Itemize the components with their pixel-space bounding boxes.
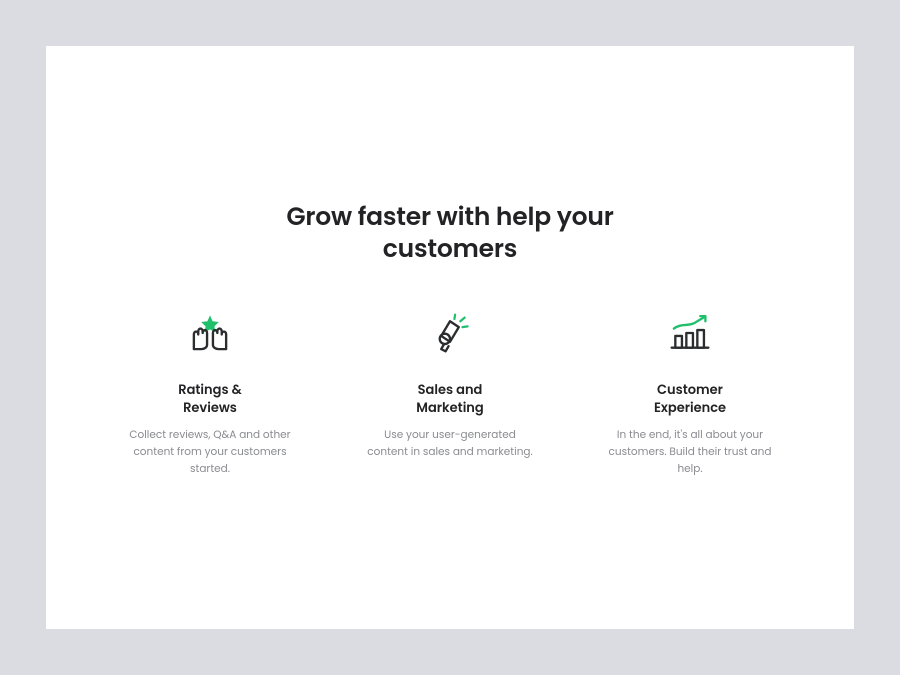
section-heading: Grow faster with help your customers [250, 201, 650, 265]
feature-desc: Use your user-generated content in sales… [365, 427, 535, 461]
feature-desc: In the end, it's all about your customer… [605, 427, 775, 477]
chart-growth-icon [668, 311, 712, 355]
features-row: Ratings & Reviews Collect reviews, Q&A a… [125, 311, 775, 478]
feature-customer: Customer Experience In the end, it's all… [605, 311, 775, 478]
feature-title: Ratings & Reviews [178, 381, 242, 417]
feature-desc: Collect reviews, Q&A and other content f… [125, 427, 295, 477]
feature-title: Sales and Marketing [416, 381, 483, 417]
feature-sales: Sales and Marketing Use your user-genera… [365, 311, 535, 478]
hands-star-icon [188, 311, 232, 355]
megaphone-icon [428, 311, 472, 355]
feature-title: Customer Experience [654, 381, 726, 417]
feature-ratings: Ratings & Reviews Collect reviews, Q&A a… [125, 311, 295, 478]
content-card: Grow faster with help your customers Rat… [46, 46, 854, 629]
